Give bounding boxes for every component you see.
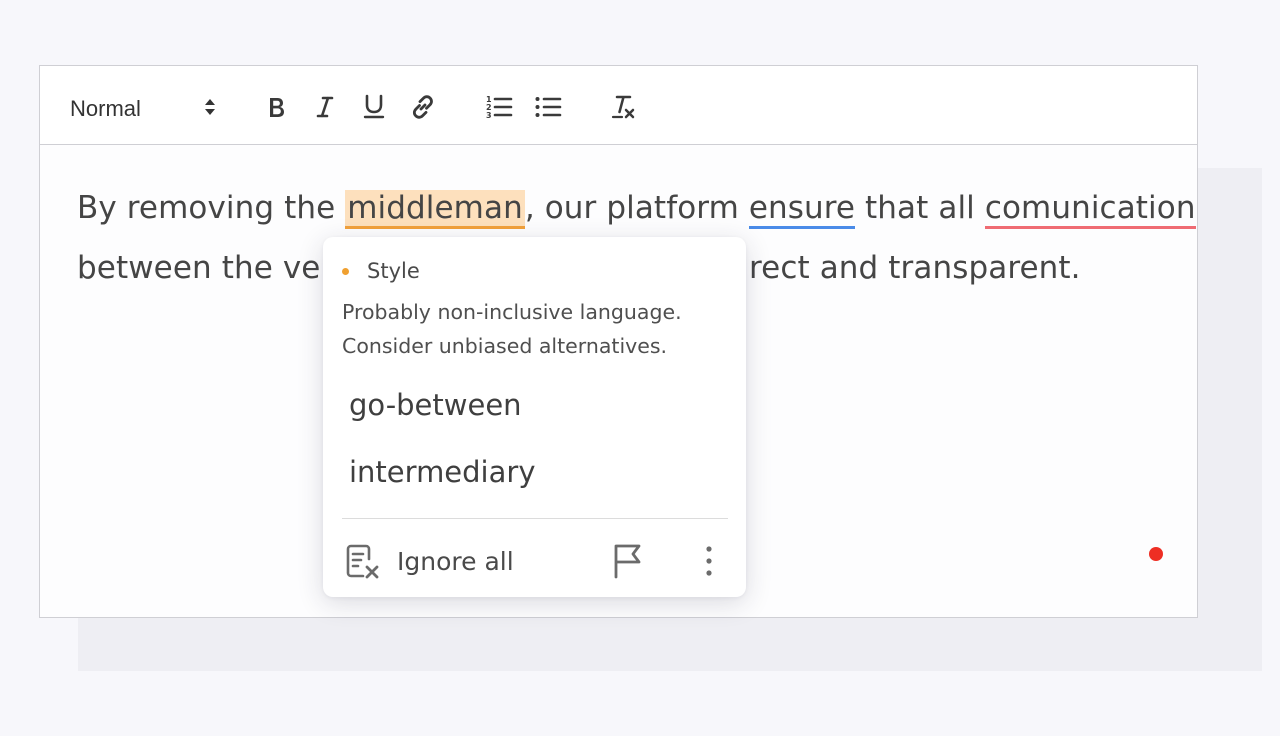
text-segment: , our platform [524, 190, 749, 226]
more-options-button[interactable] [697, 543, 721, 579]
editor-toolbar: Normal 1 2 3 [40, 66, 1197, 145]
suggestion-popover: Style Probably non-inclusive language. C… [323, 237, 746, 597]
message-line: Probably non-inclusive language. [342, 300, 682, 324]
text-segment: By removing the [77, 190, 346, 226]
suggestion-option[interactable]: go-between [349, 388, 522, 422]
ignore-all-button[interactable]: Ignore all [345, 541, 514, 581]
italic-button[interactable] [308, 90, 342, 124]
clear-formatting-icon [611, 95, 635, 119]
ignore-all-label: Ignore all [397, 546, 514, 576]
spelling-flagged-word[interactable]: comunication [984, 190, 1196, 229]
underline-button[interactable] [357, 90, 391, 124]
grammar-flagged-word[interactable]: ensure [748, 190, 856, 229]
svg-text:3: 3 [486, 111, 492, 120]
suggestion-option[interactable]: intermediary [349, 455, 535, 489]
link-icon [412, 95, 433, 119]
up-down-arrows-icon [202, 95, 218, 119]
popover-divider [342, 518, 728, 519]
numbered-list-button[interactable]: 1 2 3 [482, 90, 516, 124]
suggestion-message: Probably non-inclusive language. Conside… [342, 295, 732, 363]
text-segment: that all [855, 190, 985, 226]
ignore-document-icon [346, 544, 379, 579]
category-label: Style [367, 259, 420, 283]
bulleted-list-icon [535, 97, 562, 117]
report-flag-button[interactable] [611, 543, 645, 579]
text-segment: rect and transparent. [749, 250, 1081, 286]
link-button[interactable] [406, 90, 440, 124]
flag-icon [614, 544, 641, 579]
category-dot-icon [342, 267, 349, 275]
bold-icon [270, 98, 284, 117]
bulleted-list-button[interactable] [531, 90, 565, 124]
text-segment: between the ven [77, 250, 341, 286]
status-indicator-dot[interactable] [1149, 547, 1163, 561]
bold-button[interactable] [259, 90, 293, 124]
underline-icon [363, 94, 385, 119]
numbered-list-icon: 1 2 3 [486, 95, 513, 120]
suggestion-category: Style [342, 259, 420, 283]
italic-icon [316, 96, 334, 118]
more-vertical-icon [706, 546, 712, 576]
message-line: Consider unbiased alternatives. [342, 334, 668, 358]
format-select[interactable]: Normal [70, 92, 220, 126]
style-flagged-word[interactable]: middleman [345, 190, 525, 229]
text-line-1: By removing the middleman, our platform … [77, 178, 1196, 238]
format-select-value: Normal [70, 96, 141, 121]
clear-formatting-button[interactable] [606, 90, 640, 124]
